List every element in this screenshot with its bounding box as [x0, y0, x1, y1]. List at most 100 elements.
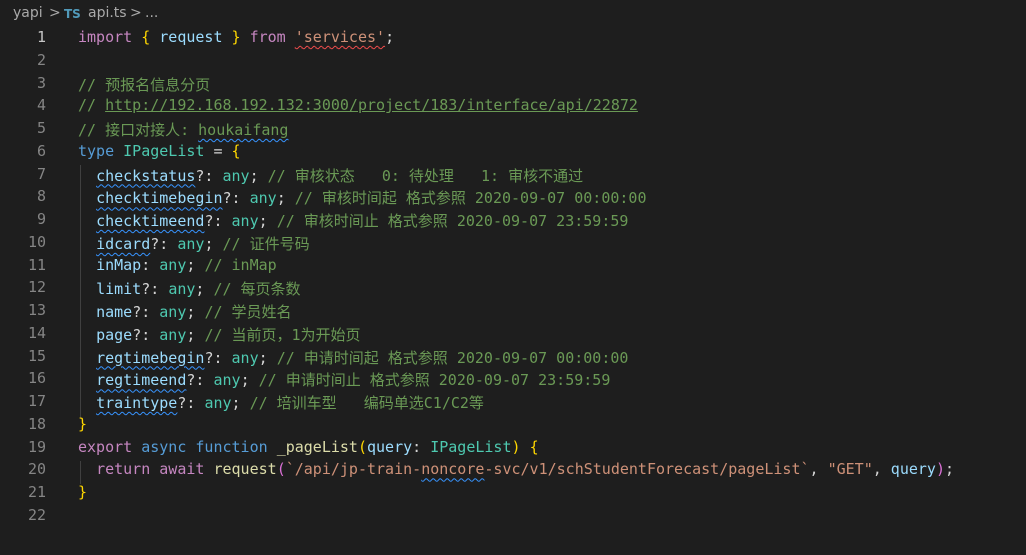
code-token: 'services' [294, 28, 386, 46]
breadcrumb-symbols[interactable]: ... [145, 5, 158, 21]
code-line[interactable]: 2 [0, 50, 1026, 73]
code-text: // http://192.168.192.132:3000/project/1… [78, 96, 638, 114]
code-token: `/api/jp-train- [285, 460, 422, 479]
code-line[interactable]: 14 page?: any; // 当前页，1为开始页 [0, 323, 1026, 346]
code-token: async [141, 437, 187, 456]
code-token: ?: [222, 189, 250, 208]
line-number: 10 [27, 232, 46, 251]
code-line[interactable]: 15 regtimebegin?: any; // 申请时间起 格式参照 202… [0, 346, 1026, 369]
code-text: import { request } from 'services'; [78, 28, 394, 46]
line-number: 19 [27, 437, 46, 456]
code-line[interactable]: 3 // 预报名信息分页 [0, 73, 1026, 96]
line-number: 17 [27, 392, 46, 410]
code-token: checktimebegin [96, 189, 223, 208]
breadcrumb: yapi > TS api.ts > ... [0, 0, 1026, 28]
code-token: // 证件号码 [222, 234, 310, 253]
code-token: ?: [177, 394, 205, 412]
code-token: // 当前页，1为开始页 [204, 325, 361, 344]
line-number: 22 [27, 505, 46, 524]
code-text: // 预报名信息分页 [78, 74, 210, 95]
code-token: ?: [204, 348, 232, 367]
code-token: inMap [96, 255, 142, 274]
code-token: { [231, 141, 241, 160]
line-number: 21 [27, 483, 46, 501]
code-token: } [78, 483, 88, 501]
code-token: ; [944, 460, 955, 479]
code-line[interactable]: 19 export async function _pageList(query:… [0, 437, 1026, 460]
code-text: return await request(`/api/jp-train-nonc… [78, 460, 954, 478]
code-line[interactable]: 11 inMap: any; // inMap [0, 255, 1026, 278]
code-token: regtimebegin [96, 348, 205, 367]
code-text: checktimebegin?: any; // 审核时间起 格式参照 2020… [78, 187, 646, 208]
line-number: 8 [36, 187, 46, 206]
code-text: } [78, 483, 87, 501]
code-token: ; [276, 189, 295, 208]
code-line[interactable]: 5 // 接口对接人: houkaifang [0, 118, 1026, 141]
line-number: 6 [36, 141, 46, 160]
code-text: inMap: any; // inMap [78, 256, 277, 274]
line-number: 13 [27, 301, 46, 319]
code-line[interactable]: 7 checkstatus?: any; // 审核状态 0: 待处理 1: 审… [0, 164, 1026, 187]
line-number: 11 [27, 255, 46, 274]
code-token: any [222, 166, 250, 185]
code-line[interactable]: 10 idcard?: any; // 证件号码 [0, 232, 1026, 255]
code-token: noncore [421, 460, 485, 479]
code-line[interactable]: 21} [0, 482, 1026, 505]
code-line[interactable]: 8 checktimebegin?: any; // 审核时间起 格式参照 20… [0, 186, 1026, 209]
code-token: ( [357, 437, 367, 456]
code-text: export async function _pageList(query: I… [78, 438, 539, 456]
code-token: any [159, 325, 187, 344]
code-token: IPageList [430, 437, 512, 456]
code-token: // 预报名信息分页 [78, 75, 211, 94]
line-number: 12 [27, 278, 46, 297]
code-token: ; [258, 212, 277, 230]
code-token: ; [186, 303, 205, 321]
line-number: 15 [27, 346, 46, 365]
code-line[interactable]: 9 checktimeend?: any; // 审核时间止 格式参照 2020… [0, 209, 1026, 232]
code-token: : [412, 437, 431, 456]
code-line[interactable]: 12 limit?: any; // 每页条数 [0, 277, 1026, 300]
code-line[interactable]: 16 regtimeend?: any; // 申请时间止 格式参照 2020-… [0, 368, 1026, 391]
code-token: , [872, 460, 891, 479]
code-token: // 学员姓名 [204, 303, 292, 321]
breadcrumb-file[interactable]: api.ts [88, 5, 127, 21]
code-line[interactable]: 20 return await request(`/api/jp-train-n… [0, 459, 1026, 482]
code-token: // 审核状态 0: 待处理 1: 审核不通过 [267, 166, 584, 185]
line-number: 7 [36, 164, 46, 183]
code-editor[interactable]: 1 import { request } from 'services'; 2 3 //… [0, 27, 1026, 555]
code-token: // inMap [204, 255, 277, 274]
code-token: ; [258, 348, 277, 367]
code-token: any [159, 255, 187, 274]
code-token: ?: [132, 325, 160, 344]
code-text: idcard?: any; // 证件号码 [78, 233, 310, 254]
code-line[interactable]: 13 name?: any; // 学员姓名 [0, 300, 1026, 323]
code-token: ?: [132, 303, 160, 321]
code-text: name?: any; // 学员姓名 [78, 301, 292, 322]
code-token: ( [276, 460, 286, 479]
code-line[interactable]: 4 // http://192.168.192.132:3000/project/… [0, 95, 1026, 118]
code-line[interactable]: 22 [0, 505, 1026, 528]
code-text: // 接口对接人: houkaifang [78, 119, 288, 140]
code-line[interactable]: 6 type IPageList = { [0, 141, 1026, 164]
code-token: function [195, 437, 268, 456]
code-line[interactable]: 17 traintype?: any; // 培训车型 编码单选C1/C2等 [0, 391, 1026, 414]
code-token: // 接口对接人: [78, 121, 199, 139]
code-line[interactable]: 18} [0, 414, 1026, 437]
code-text: regtimeend?: any; // 申请时间止 格式参照 2020-09-… [78, 369, 610, 390]
code-token: : [141, 255, 160, 274]
code-token: checktimeend [96, 212, 205, 230]
code-line[interactable]: 1 import { request } from 'services'; [0, 27, 1026, 50]
line-number: 1 [36, 28, 46, 46]
code-token: = [204, 141, 232, 160]
line-number: 2 [36, 50, 46, 69]
chevron-right-icon: > [49, 5, 61, 21]
breadcrumb-folder[interactable]: yapi [13, 5, 43, 21]
